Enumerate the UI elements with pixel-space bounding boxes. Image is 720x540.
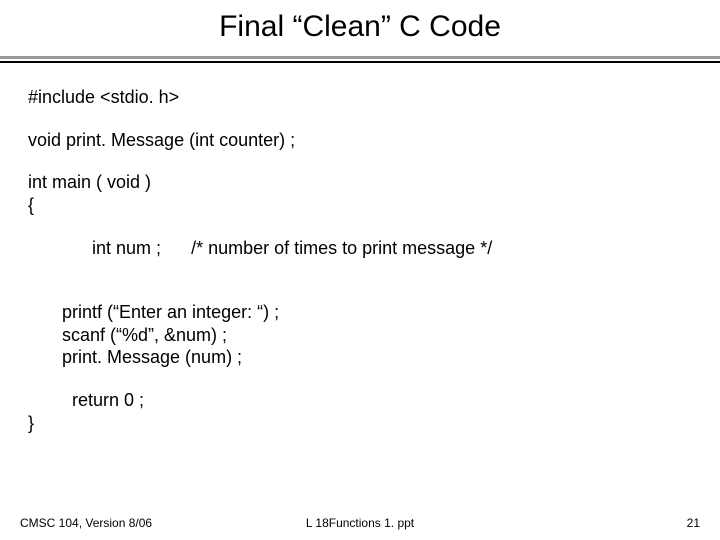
code-close-brace: } [28, 413, 692, 434]
code-include: #include <stdio. h> [28, 87, 692, 108]
slide-title: Final “Clean” C Code [0, 0, 720, 56]
code-decl: int num ; /* number of times to print me… [28, 218, 692, 280]
code-decl-var: int num ; [92, 238, 161, 258]
code-return: return 0 ; [28, 390, 692, 411]
code-block: #include <stdio. h> void print. Message … [0, 63, 720, 433]
footer-page-number: 21 [687, 516, 700, 530]
code-call: print. Message (num) ; [28, 347, 692, 368]
code-decl-comment: /* number of times to print message */ [191, 238, 492, 258]
title-divider [0, 56, 720, 63]
code-main-sig: int main ( void ) [28, 172, 692, 193]
slide: Final “Clean” C Code #include <stdio. h>… [0, 0, 720, 540]
code-printf: printf (“Enter an integer: “) ; [28, 302, 692, 323]
divider-line-thick [0, 56, 720, 59]
footer-center: L 18Functions 1. ppt [0, 516, 720, 530]
code-open-brace: { [28, 195, 692, 216]
code-scanf: scanf (“%d”, &num) ; [28, 325, 692, 346]
code-prototype: void print. Message (int counter) ; [28, 130, 692, 151]
